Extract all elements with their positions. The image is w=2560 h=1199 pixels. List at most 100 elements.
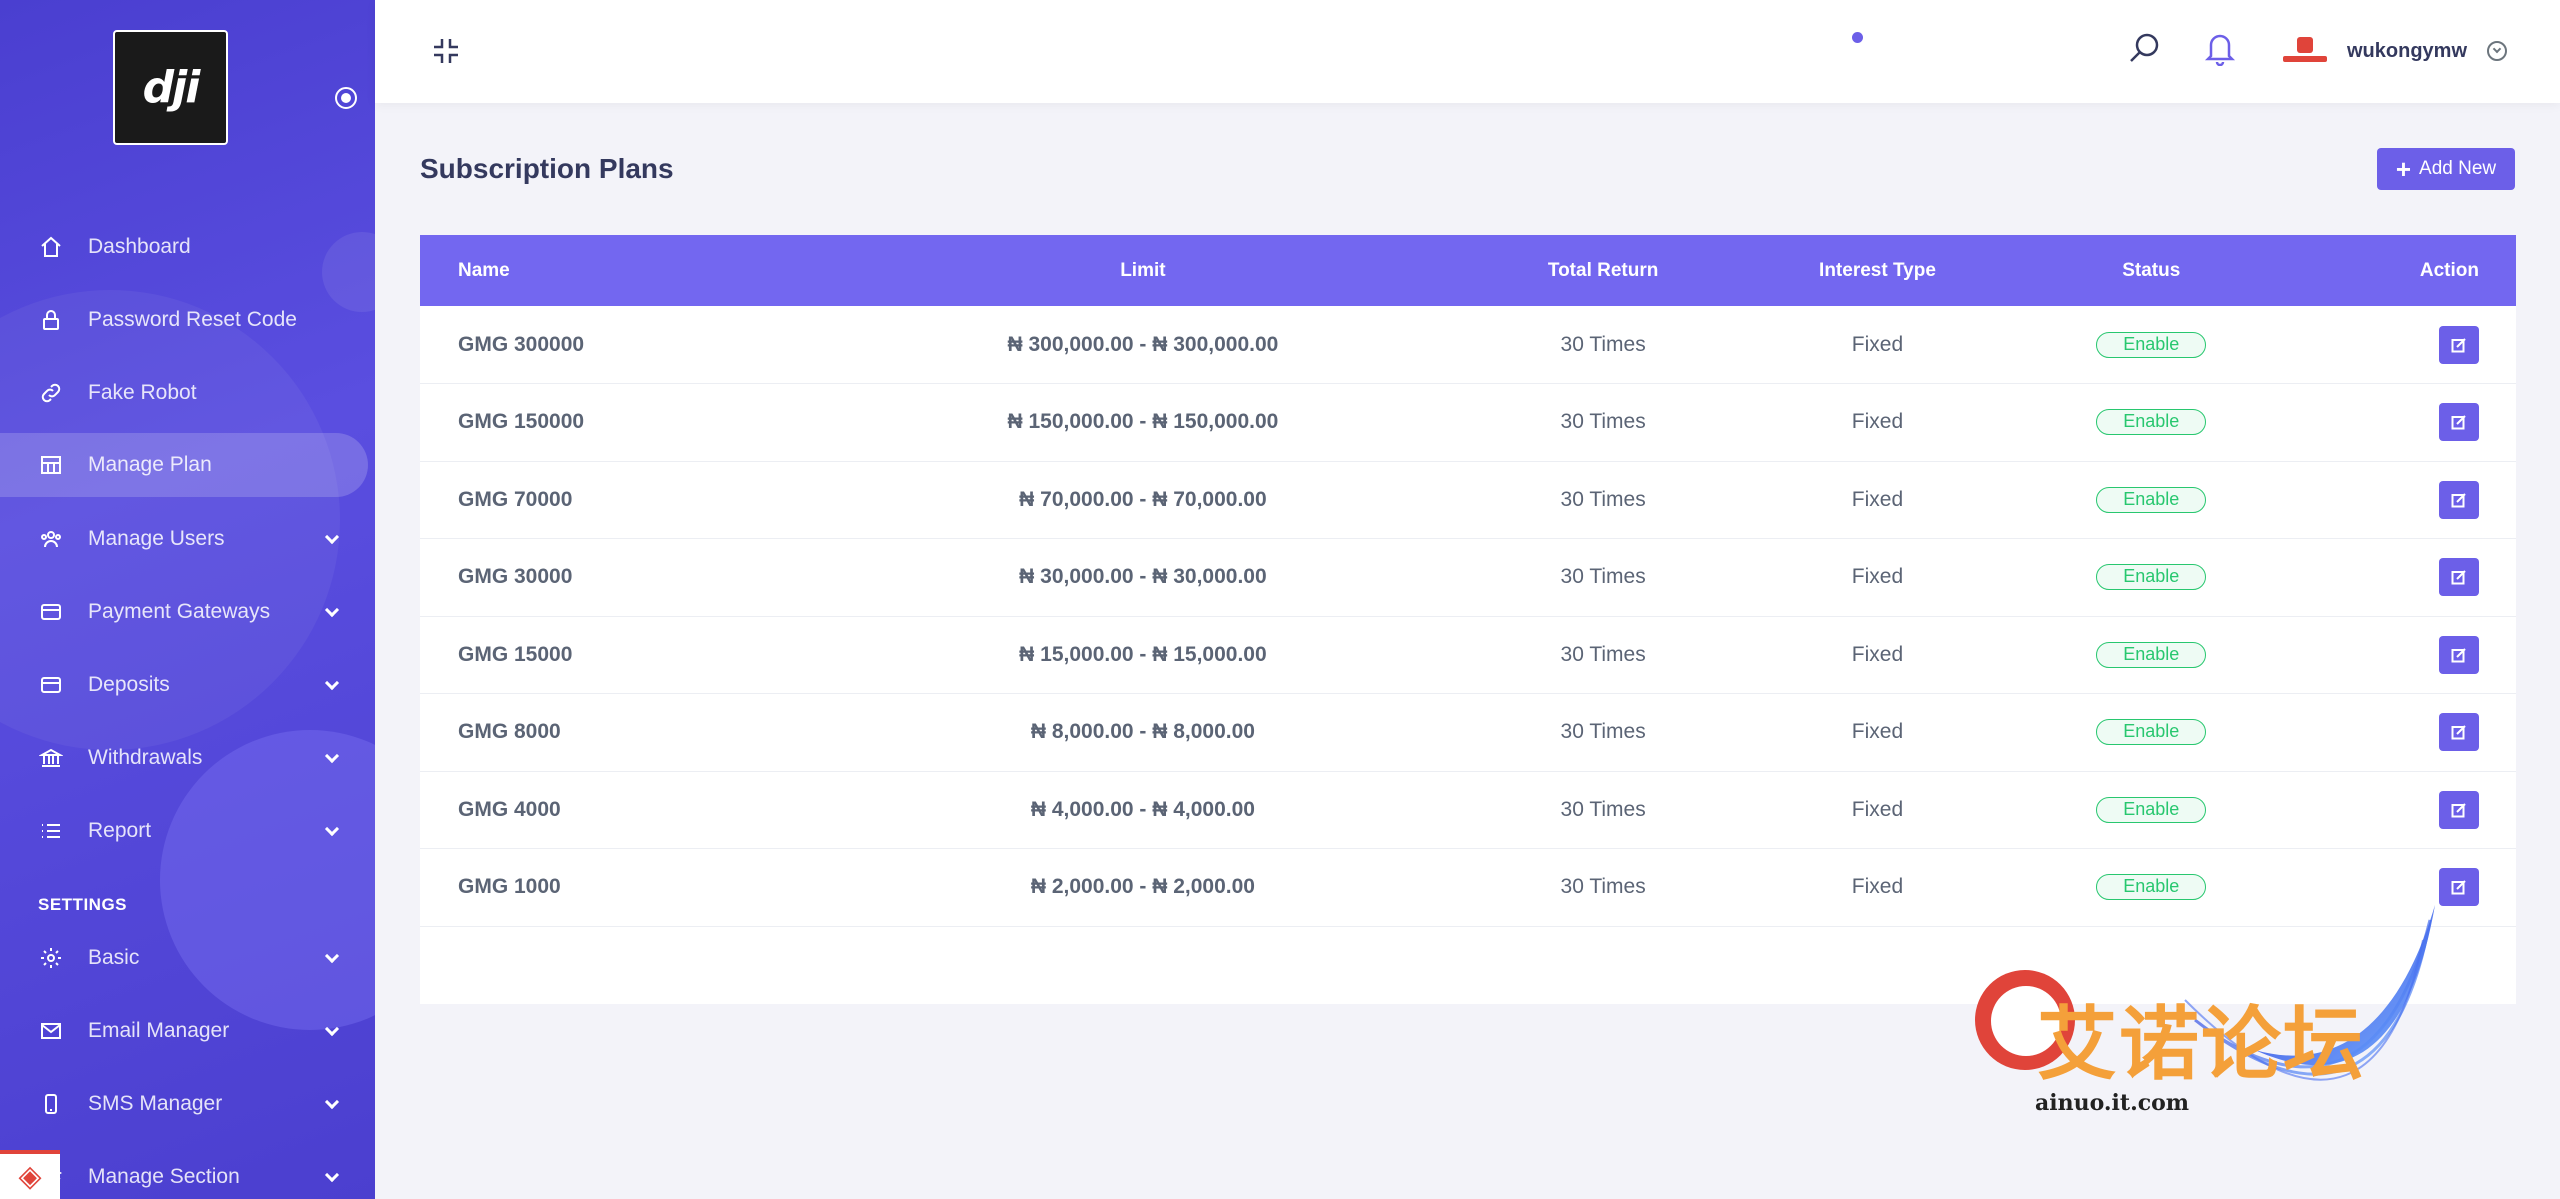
status-badge: Enable bbox=[2096, 486, 2207, 513]
mail-icon bbox=[38, 1018, 64, 1044]
edit-icon bbox=[2451, 648, 2466, 663]
sidebar-item-sms-manager[interactable]: SMS Manager bbox=[0, 1067, 375, 1140]
status-badge: Enable bbox=[2096, 564, 2207, 591]
table-row: GMG 8000 ₦ 8,000.00 - ₦ 8,000.00 30 Times F… bbox=[420, 694, 2516, 772]
user-avatar-icon[interactable] bbox=[2281, 33, 2329, 65]
plan-name: GMG 8000 bbox=[458, 720, 561, 744]
status-badge: Enable bbox=[2096, 409, 2207, 436]
plan-limit: ₦ 4,000.00 - ₦ 4,000.00 bbox=[1030, 797, 1255, 821]
status-badge: Enable bbox=[2096, 331, 2207, 358]
gear-icon bbox=[38, 945, 64, 971]
plan-interest-type: Fixed bbox=[1851, 565, 1904, 589]
add-new-label: Add New bbox=[2419, 158, 2497, 179]
edit-button[interactable] bbox=[2439, 403, 2479, 442]
sidebar-item-label: Manage Section bbox=[88, 1164, 240, 1188]
sidebar-item-label: Password Reset Code bbox=[88, 307, 297, 331]
sidebar-item-password-reset-code[interactable]: Password Reset Code bbox=[0, 283, 375, 356]
edit-icon bbox=[2451, 493, 2466, 508]
watermark-url: ainuo.it.com bbox=[2035, 1090, 2190, 1116]
header-action: Action bbox=[2419, 259, 2479, 281]
header-total-return: Total Return bbox=[1547, 259, 1659, 281]
plan-status-cell: Enable bbox=[2019, 771, 2284, 849]
plan-name: GMG 30000 bbox=[458, 565, 573, 589]
sidebar-item-fake-robot[interactable]: Fake Robot bbox=[0, 356, 375, 429]
sidebar-item-payment-gateways[interactable]: Payment Gateways bbox=[0, 575, 375, 648]
sidebar: dji Dashboard Password Reset Code Fake Rob… bbox=[0, 0, 375, 1199]
plan-interest-type: Fixed bbox=[1851, 720, 1904, 744]
plan-name: GMG 300000 bbox=[458, 332, 585, 356]
edit-button[interactable] bbox=[2439, 713, 2479, 752]
home-icon bbox=[38, 234, 64, 260]
sidebar-item-manage-plan[interactable]: Manage Plan bbox=[0, 433, 368, 497]
grid-icon bbox=[38, 452, 64, 478]
username[interactable]: wukongymw bbox=[2347, 40, 2467, 63]
page-title: Subscription Plans bbox=[420, 153, 674, 184]
table-header-row: Name Limit Total Return Interest Type St… bbox=[420, 235, 2516, 306]
sidebar-item-label: Email Manager bbox=[88, 1018, 230, 1042]
plan-limit: ₦ 2,000.00 - ₦ 2,000.00 bbox=[1030, 875, 1255, 899]
plan-action-cell bbox=[2284, 694, 2516, 772]
edit-icon bbox=[2451, 570, 2466, 585]
brand-logo[interactable]: dji bbox=[113, 30, 228, 145]
sidebar-item-withdrawals[interactable]: Withdrawals bbox=[0, 721, 375, 794]
chevron-down-icon bbox=[324, 948, 340, 963]
credit-card-icon bbox=[38, 672, 64, 698]
plan-total-return: 30 Times bbox=[1560, 642, 1646, 666]
plan-action-cell bbox=[2284, 461, 2516, 539]
plans-table: Name Limit Total Return Interest Type St… bbox=[420, 235, 2516, 927]
plan-name: GMG 15000 bbox=[458, 642, 573, 666]
watermark-logo: 艾诺论坛 ainuo.it.com bbox=[1975, 900, 2455, 1140]
plan-total-return: 30 Times bbox=[1560, 797, 1646, 821]
edit-button[interactable] bbox=[2439, 480, 2479, 519]
laravel-icon[interactable]: ◈ bbox=[0, 1150, 60, 1199]
credit-card-icon bbox=[38, 599, 64, 625]
sidebar-item-label: Dashboard bbox=[88, 234, 191, 258]
edit-button[interactable] bbox=[2439, 325, 2479, 364]
plan-total-return: 30 Times bbox=[1560, 410, 1646, 434]
sidebar-item-label: Fake Robot bbox=[88, 380, 197, 404]
exit-fullscreen-icon[interactable] bbox=[431, 36, 461, 66]
plan-interest-type: Fixed bbox=[1851, 797, 1904, 821]
table-row: GMG 70000 ₦ 70,000.00 - ₦ 70,000.00 30 Tim… bbox=[420, 461, 2516, 539]
plan-limit: ₦ 8,000.00 - ₦ 8,000.00 bbox=[1030, 720, 1255, 744]
header-status: Status bbox=[2122, 259, 2181, 281]
sidebar-item-basic[interactable]: Basic bbox=[0, 921, 375, 994]
sidebar-item-label: Deposits bbox=[88, 672, 170, 696]
header-name: Name bbox=[458, 259, 510, 281]
plan-name: GMG 1000 bbox=[458, 875, 561, 899]
plan-status-cell: Enable bbox=[2019, 461, 2284, 539]
sidebar-item-label: Manage Users bbox=[88, 526, 225, 550]
chevron-down-icon bbox=[324, 1021, 340, 1036]
sidebar-toggle-button[interactable] bbox=[335, 87, 357, 109]
edit-button[interactable] bbox=[2439, 790, 2479, 829]
edit-button[interactable] bbox=[2439, 558, 2479, 597]
add-new-button[interactable]: + Add New bbox=[2377, 148, 2515, 190]
bell-icon[interactable] bbox=[2203, 30, 2237, 66]
plan-limit: ₦ 70,000.00 - ₦ 70,000.00 bbox=[1019, 487, 1267, 511]
mobile-icon bbox=[38, 1091, 64, 1117]
chevron-down-icon bbox=[324, 1167, 340, 1182]
plan-total-return: 30 Times bbox=[1560, 875, 1646, 899]
edit-icon bbox=[2451, 337, 2466, 352]
plan-status-cell: Enable bbox=[2019, 306, 2284, 384]
search-icon[interactable] bbox=[2127, 32, 2161, 66]
sidebar-item-email-manager[interactable]: Email Manager bbox=[0, 994, 375, 1067]
sidebar-item-dashboard[interactable]: Dashboard bbox=[0, 210, 375, 283]
watermark-text: 艾诺论坛 bbox=[2037, 998, 2365, 1091]
sidebar-item-report[interactable]: Report bbox=[0, 794, 375, 867]
plan-limit: ₦ 15,000.00 - ₦ 15,000.00 bbox=[1019, 642, 1267, 666]
plan-name: GMG 4000 bbox=[458, 797, 561, 821]
plan-status-cell: Enable bbox=[2019, 384, 2284, 462]
chevron-down-icon bbox=[324, 821, 340, 836]
plan-limit: ₦ 300,000.00 - ₦ 300,000.00 bbox=[1007, 332, 1279, 356]
plus-icon: + bbox=[2395, 154, 2412, 184]
plan-interest-type: Fixed bbox=[1851, 642, 1904, 666]
status-badge: Enable bbox=[2096, 874, 2207, 901]
sidebar-heading-settings: SETTINGS bbox=[38, 895, 128, 914]
sidebar-item-label: Basic bbox=[88, 945, 140, 969]
sidebar-item-manage-users[interactable]: Manage Users bbox=[0, 502, 375, 575]
plan-status-cell: Enable bbox=[2019, 616, 2284, 694]
edit-button[interactable] bbox=[2439, 635, 2479, 674]
sidebar-item-deposits[interactable]: Deposits bbox=[0, 648, 375, 721]
chevron-down-icon[interactable] bbox=[2487, 41, 2507, 61]
